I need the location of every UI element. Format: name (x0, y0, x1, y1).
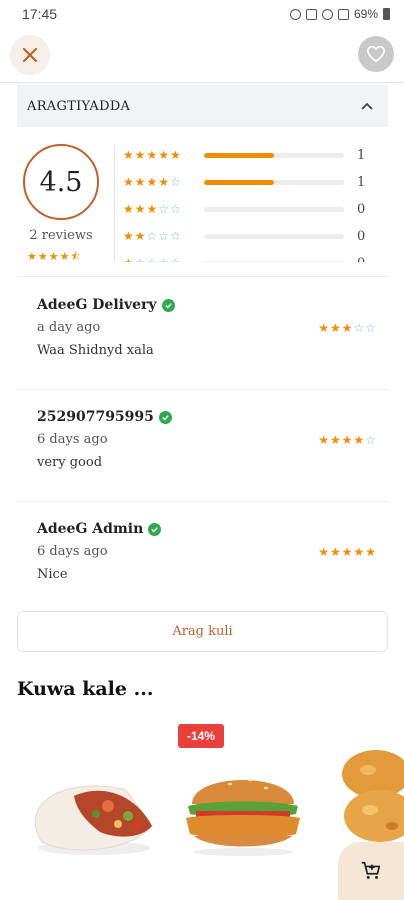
reviewer-name: AdeeG Delivery (37, 297, 377, 313)
histogram-stars: ★★★☆☆ (123, 202, 182, 216)
separator (17, 501, 388, 502)
discount-badge: -14% (178, 724, 224, 748)
heart-icon (366, 45, 386, 63)
histogram-bar (204, 206, 344, 212)
reviewer-name: AdeeG Admin (37, 521, 377, 537)
check-circle-icon (161, 298, 175, 312)
separator (17, 276, 388, 277)
histogram-bar (204, 233, 344, 239)
average-stars: ★★★★⯪ (27, 250, 82, 262)
wrap-image (34, 785, 153, 855)
alarm-icon (289, 8, 301, 20)
histogram-bar (204, 152, 344, 158)
histogram-stars: ★★★★☆ (123, 175, 182, 189)
review-item: AdeeG Admin 6 days ago Nice ★★★★★ (37, 521, 377, 582)
histogram-count: 0 (357, 256, 365, 263)
summary-divider (114, 144, 115, 262)
review-count: 2 reviews (29, 228, 93, 243)
close-button[interactable] (10, 35, 50, 75)
product-chicken-burger[interactable] (180, 764, 306, 860)
separator (17, 389, 388, 390)
status-icons: 69% (289, 7, 390, 21)
rating-summary: 4.5 2 reviews ★★★★⯪ ★★★★★ 1 ★★★★☆ 1 ★★★☆☆ 0 ★★… (17, 140, 388, 262)
histogram-count: 1 (357, 147, 366, 163)
reviewer-name-text: AdeeG Delivery (37, 297, 157, 313)
histogram-bar (204, 260, 344, 262)
histogram-count: 0 (357, 201, 366, 217)
histogram-stars: ★★★★★ (123, 148, 182, 162)
product-wrap[interactable] (30, 776, 158, 862)
check-circle-icon (158, 410, 172, 424)
cart-add-icon (361, 861, 381, 879)
section-title: ARAGTIYADDA (27, 98, 131, 114)
status-bar: 17:45 69% (0, 0, 404, 28)
reviewer-name-text: AdeeG Admin (37, 521, 144, 537)
review-item: 252907795995 6 days ago very good ★★★★☆ (37, 409, 377, 470)
close-icon (22, 47, 38, 63)
see-all-reviews-button[interactable]: Arag kuli (17, 611, 388, 652)
burger-image (186, 778, 300, 856)
histogram-stars: ★★☆☆☆ (123, 229, 182, 243)
check-circle-icon (148, 522, 162, 536)
histogram-row-4: ★★★★☆ 1 (123, 172, 388, 192)
histogram-row-2: ★★☆☆☆ 0 (123, 226, 388, 246)
review-text: very good (37, 455, 103, 470)
histogram-bar-fill (204, 179, 274, 185)
histogram-count: 0 (357, 228, 366, 244)
fried-chicken-image (342, 750, 404, 842)
reviewer-name: 252907795995 (37, 409, 377, 425)
histogram-row-1: ★☆☆☆☆ 0 (123, 253, 388, 262)
mute-icon (305, 8, 317, 20)
wifi-icon (321, 8, 333, 20)
top-bar (0, 30, 404, 82)
histogram-count: 1 (357, 174, 366, 190)
histogram-bar-fill (204, 152, 274, 158)
signal-icon (337, 8, 349, 20)
reviewer-name-text: 252907795995 (37, 409, 154, 425)
status-time: 17:45 (22, 6, 58, 22)
product-fried-chicken[interactable] (336, 744, 404, 858)
histogram-row-5: ★★★★★ 1 (123, 145, 388, 165)
review-stars: ★★★★☆ (318, 433, 377, 447)
review-stars: ★★★☆☆ (318, 321, 377, 335)
review-text: Nice (37, 567, 68, 582)
average-rating: 4.5 (23, 144, 99, 220)
favorite-button[interactable] (358, 36, 394, 72)
histogram-stars: ★☆☆☆☆ (123, 256, 199, 262)
review-stars: ★★★★★ (318, 545, 377, 559)
review-text: Waa Shidnyd xala (37, 343, 154, 358)
add-to-cart-button[interactable] (338, 842, 404, 900)
review-item: AdeeG Delivery a day ago Waa Shidnyd xala ★… (37, 297, 377, 358)
header-divider (0, 82, 404, 83)
histogram-row-3: ★★★☆☆ 0 (123, 199, 388, 219)
histogram-bar (204, 179, 344, 185)
reviews-section-header[interactable]: ARAGTIYADDA (17, 85, 388, 127)
more-products-title: Kuwa kale ... (17, 678, 154, 700)
battery-icon (383, 8, 390, 20)
chevron-up-icon (361, 102, 373, 110)
battery-level: 69% (353, 7, 378, 21)
